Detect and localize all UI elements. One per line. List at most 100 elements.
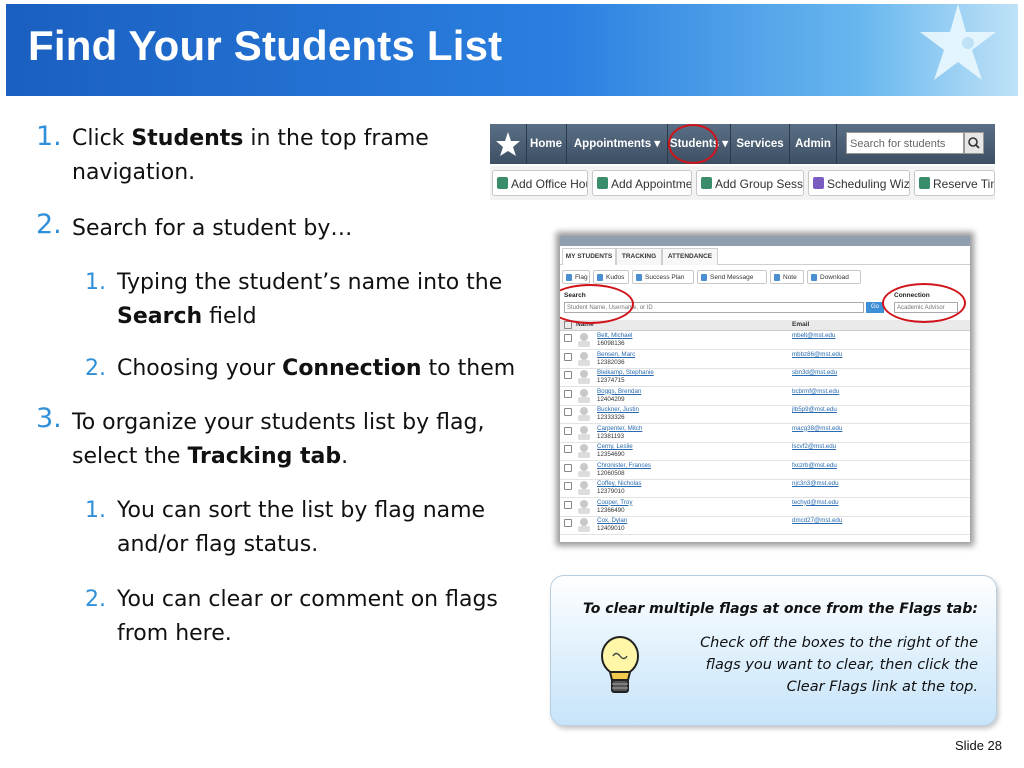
- table-row[interactable]: Carpenter, Mitch 12381193 macg38@mst.edu: [560, 424, 970, 443]
- student-search-input[interactable]: Search for students: [846, 132, 964, 154]
- slide-number: Slide 28: [955, 738, 1002, 753]
- highlight-circle: [882, 283, 966, 323]
- bullet-text-line2: select the Tracking tab.: [72, 444, 349, 469]
- student-email-link[interactable]: njc3n3@mst.edu: [792, 480, 839, 487]
- row-checkbox[interactable]: [564, 482, 572, 490]
- avatar-icon: [580, 407, 588, 415]
- kudos-button[interactable]: Kudos: [593, 270, 629, 284]
- row-checkbox[interactable]: [564, 408, 572, 416]
- student-name-link[interactable]: Bensen, Marc: [597, 351, 635, 358]
- row-checkbox[interactable]: [564, 334, 572, 342]
- tab-my-students[interactable]: MY STUDENTS: [562, 248, 616, 265]
- add-appointment-button[interactable]: Add Appointment: [592, 170, 692, 196]
- student-name-link[interactable]: Carpenter, Mitch: [597, 425, 642, 432]
- table-row[interactable]: Chronister, Frances 12060508 fxczrb@mst.ed…: [560, 461, 970, 480]
- scheduling-wizard-button[interactable]: Scheduling Wizard: [808, 170, 910, 196]
- row-checkbox[interactable]: [564, 389, 572, 398]
- table-row[interactable]: Buckner, Justin 12333326 jlb5p9@mst.edu: [560, 405, 970, 424]
- row-checkbox[interactable]: [564, 426, 572, 435]
- student-id: 12382036: [597, 358, 625, 366]
- bullet-number: 1.: [85, 270, 106, 295]
- student-email-link[interactable]: macg38@mst.edu: [792, 425, 842, 432]
- student-email-link[interactable]: mbbz86@mst.edu: [792, 351, 842, 358]
- status-icon: [578, 470, 590, 477]
- action-toolbar: Add Office Hours Add Appointment Add Gro…: [490, 166, 995, 200]
- tip-callout: To clear multiple flags at once from the…: [550, 575, 997, 726]
- nav-appointments[interactable]: Appointments ▾: [567, 124, 668, 164]
- bullet-text: You can sort the list by flag name: [117, 498, 486, 523]
- avatar-icon: [580, 333, 588, 341]
- student-email-link[interactable]: dmcd27@mst.edu: [792, 517, 842, 524]
- bullet-text-line2: from here.: [117, 621, 232, 646]
- status-icon: [578, 396, 590, 403]
- tip-body: Check off the boxes to the right of the …: [700, 635, 978, 695]
- bullet-text: You can clear or comment on flags: [117, 587, 498, 612]
- student-email-link[interactable]: jlb5p9@mst.edu: [792, 406, 837, 413]
- calendar-icon: [597, 177, 608, 189]
- row-checkbox[interactable]: [564, 371, 572, 379]
- note-button[interactable]: Note: [770, 270, 804, 284]
- bullet-text: Typing the student’s name into the: [117, 270, 503, 295]
- table-row[interactable]: Bleikamp, Stephanie 12374715 sbn3d@mst.edu: [560, 368, 970, 387]
- status-icon: [578, 433, 590, 440]
- flag-button[interactable]: Flag: [562, 270, 590, 284]
- student-email-link[interactable]: bcbrmf@mst.edu: [792, 388, 839, 395]
- download-button[interactable]: Download: [807, 270, 861, 284]
- tab-tracking[interactable]: TRACKING: [616, 248, 662, 265]
- bullet-number: 3.: [36, 403, 62, 434]
- student-name-link[interactable]: Cerny, Leslie: [597, 443, 633, 450]
- bullet-number: 2.: [85, 356, 106, 381]
- tab-attendance[interactable]: ATTENDANCE: [662, 248, 718, 265]
- table-row[interactable]: Bensen, Marc 12382036 mbbz86@mst.edu: [560, 350, 970, 369]
- row-checkbox[interactable]: [564, 463, 572, 472]
- column-email[interactable]: Email: [792, 321, 809, 328]
- table-row[interactable]: Boggs, Brendan 12404209 bcbrmf@mst.edu: [560, 387, 970, 406]
- student-name-link[interactable]: Chronister, Frances: [597, 462, 651, 469]
- add-group-session-button[interactable]: Add Group Session: [696, 170, 804, 196]
- student-id: 12381193: [597, 432, 625, 440]
- table-row[interactable]: Cerny, Leslie 12354690 lscvf2@mst.edu: [560, 442, 970, 461]
- calendar-icon: [919, 177, 930, 189]
- student-name-link[interactable]: Bleikamp, Stephanie: [597, 369, 654, 376]
- slide-title: Find Your Students List: [28, 22, 503, 69]
- student-name-link[interactable]: Boggs, Brendan: [597, 388, 641, 395]
- row-checkbox[interactable]: [564, 352, 572, 361]
- nav-home[interactable]: Home: [526, 124, 567, 164]
- student-name-link[interactable]: Coffey, Nicholas: [597, 480, 641, 487]
- success-plan-button[interactable]: Success Plan: [632, 270, 694, 284]
- student-id: 12409010: [597, 525, 625, 532]
- student-name-link[interactable]: Cox, Dylan: [597, 517, 627, 524]
- status-icon: [578, 359, 590, 366]
- reserve-time-button[interactable]: Reserve Time: [914, 170, 995, 196]
- student-id: 12379010: [597, 488, 625, 495]
- student-email-link[interactable]: sbn3d@mst.edu: [792, 369, 837, 376]
- student-name-link[interactable]: Cooper, Troy: [597, 499, 632, 506]
- bullet-number: 1.: [85, 498, 106, 523]
- status-icon: [578, 452, 590, 458]
- starfish-logo-icon[interactable]: [490, 124, 527, 164]
- row-checkbox[interactable]: [564, 500, 572, 509]
- table-row[interactable]: Cooper, Troy 12366490 techyd@mst.edu: [560, 498, 970, 517]
- student-id: 12404209: [597, 395, 625, 403]
- nav-services[interactable]: Services: [731, 124, 790, 164]
- table-row[interactable]: Coffey, Nicholas 12379010 njc3n3@mst.edu: [560, 479, 970, 498]
- row-checkbox[interactable]: [564, 445, 572, 453]
- student-email-link[interactable]: lscvf2@mst.edu: [792, 443, 836, 450]
- table-row[interactable]: Cox, Dylan 12409010 dmcd27@mst.edu: [560, 516, 970, 535]
- add-office-hours-button[interactable]: Add Office Hours: [492, 170, 588, 196]
- student-email-link[interactable]: techyd@mst.edu: [792, 499, 839, 506]
- table-row[interactable]: Belt, Michael 16098136 mbelt@mst.edu: [560, 331, 970, 350]
- avatar-icon: [580, 481, 588, 489]
- student-name-link[interactable]: Belt, Michael: [597, 332, 632, 339]
- student-email-link[interactable]: mbelt@mst.edu: [792, 332, 835, 339]
- student-name-link[interactable]: Buckner, Justin: [597, 406, 639, 413]
- send-message-button[interactable]: Send Message: [697, 270, 767, 284]
- bullet-text: Click Students in the top frame: [72, 126, 429, 151]
- row-checkbox[interactable]: [564, 519, 572, 527]
- status-icon: [578, 378, 590, 384]
- bullet-text-line2: and/or flag status.: [117, 532, 319, 557]
- search-icon[interactable]: [964, 132, 984, 154]
- student-email-link[interactable]: fxczrb@mst.edu: [792, 462, 837, 469]
- nav-admin[interactable]: Admin: [790, 124, 837, 164]
- wand-icon: [813, 177, 824, 189]
